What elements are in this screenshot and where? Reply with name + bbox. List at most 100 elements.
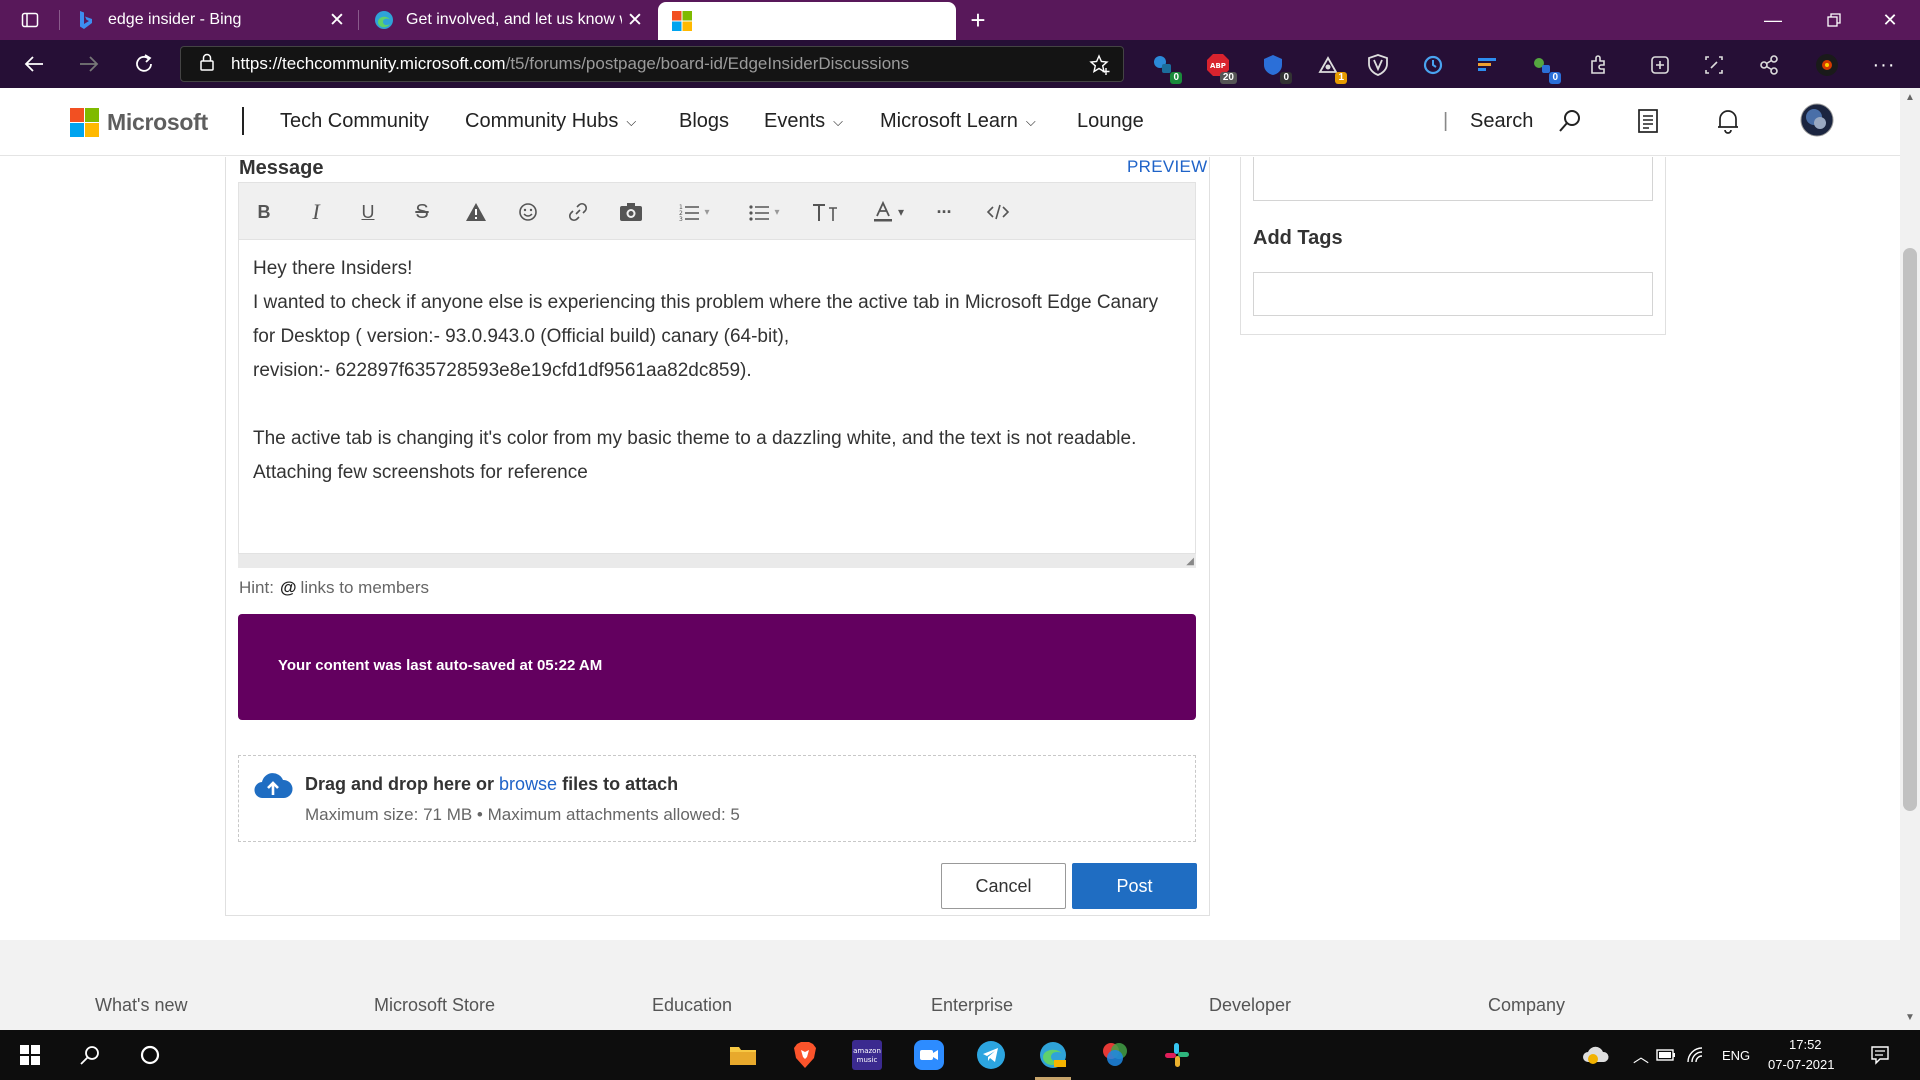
documents-icon[interactable]: [1633, 106, 1663, 136]
brave-browser-icon[interactable]: [789, 1039, 821, 1071]
cancel-button[interactable]: Cancel: [941, 863, 1066, 909]
browse-link[interactable]: browse: [499, 774, 557, 794]
search-button[interactable]: Search: [1470, 110, 1533, 133]
tab-title: edge insider - Bing: [108, 11, 242, 28]
insert-photo-icon[interactable]: [617, 195, 645, 229]
edge-icon: [374, 10, 394, 30]
close-tab-icon[interactable]: ✕: [324, 9, 350, 32]
footer-heading[interactable]: Enterprise: [931, 995, 1013, 1016]
battery-icon[interactable]: [1650, 1039, 1682, 1071]
nav-community-hubs[interactable]: Community Hubs ⌵: [465, 110, 636, 133]
refresh-icon[interactable]: [126, 46, 162, 82]
strikethrough-button[interactable]: S: [409, 195, 435, 229]
tab-separator: [59, 10, 60, 30]
forward-icon[interactable]: [71, 46, 107, 82]
nav-events[interactable]: Events ⌵: [764, 110, 843, 133]
tab-bing[interactable]: edge insider - Bing ✕: [62, 0, 358, 40]
minimize-icon[interactable]: —: [1745, 0, 1801, 40]
font-color-icon[interactable]: ▾: [863, 195, 913, 229]
tab-actions-icon[interactable]: [18, 8, 42, 32]
new-tab-icon[interactable]: +: [966, 5, 990, 35]
extension-4-icon[interactable]: 1: [1313, 50, 1347, 84]
footer-heading[interactable]: Developer: [1209, 995, 1291, 1016]
address-bar[interactable]: https://techcommunity.microsoft.com/t5/f…: [180, 46, 1124, 82]
amazon-music-icon[interactable]: amazon music: [851, 1039, 883, 1071]
search-icon[interactable]: [74, 1039, 106, 1071]
close-tab-icon[interactable]: ✕: [622, 9, 648, 32]
telegram-icon[interactable]: [975, 1039, 1007, 1071]
wifi-icon[interactable]: [1680, 1039, 1712, 1071]
attachment-dropzone[interactable]: Drag and drop here or browse files to at…: [238, 755, 1196, 842]
scroll-down-icon[interactable]: ▼: [1904, 1012, 1916, 1024]
emoji-icon[interactable]: [515, 195, 541, 229]
post-button[interactable]: Post: [1072, 863, 1197, 909]
spoiler-warning-icon[interactable]: [463, 195, 489, 229]
footer-heading[interactable]: What's new: [95, 995, 187, 1016]
action-center-icon[interactable]: [1864, 1039, 1896, 1071]
bulleted-list-icon[interactable]: ▾: [739, 195, 789, 229]
tab-get-involved[interactable]: Get involved, and let us know wh ✕: [360, 0, 656, 40]
footer-heading[interactable]: Microsoft Store: [374, 995, 495, 1016]
message-editor[interactable]: Hey there Insiders! I wanted to check if…: [238, 240, 1196, 554]
tab-strip: edge insider - Bing ✕ Get involved, and …: [0, 0, 1920, 40]
footer-heading[interactable]: Education: [652, 995, 732, 1016]
lock-icon[interactable]: [199, 53, 219, 76]
share-icon[interactable]: [1754, 50, 1784, 80]
extension-1-icon[interactable]: 0: [1148, 50, 1182, 84]
bold-button[interactable]: B: [251, 195, 277, 229]
clock-date[interactable]: 07-07-2021: [1768, 1057, 1835, 1072]
extension-8-icon[interactable]: 0: [1527, 50, 1561, 84]
web-capture-icon[interactable]: [1699, 50, 1729, 80]
nav-lounge[interactable]: Lounge: [1077, 110, 1144, 133]
sidebar-field-input[interactable]: [1253, 157, 1653, 201]
extensions-icon[interactable]: [1583, 50, 1613, 80]
settings-more-icon[interactable]: ···: [1869, 50, 1899, 80]
profile-avatar-icon[interactable]: [1812, 50, 1842, 80]
windows-start-icon[interactable]: [14, 1039, 46, 1071]
italic-button[interactable]: I: [303, 195, 329, 229]
insert-link-icon[interactable]: [565, 195, 591, 229]
tab-active[interactable]: [658, 2, 956, 40]
nav-blogs[interactable]: Blogs: [679, 110, 729, 133]
file-explorer-icon[interactable]: [727, 1039, 759, 1071]
microsoft-logo-icon: [70, 108, 99, 137]
scrollbar-thumb[interactable]: [1903, 248, 1917, 811]
close-window-icon[interactable]: ✕: [1862, 0, 1918, 40]
slack-icon[interactable]: [1161, 1039, 1193, 1071]
at-sign: @: [279, 578, 297, 597]
back-icon[interactable]: [16, 46, 52, 82]
extension-3-icon[interactable]: 0: [1258, 50, 1292, 84]
zoom-icon[interactable]: [913, 1039, 945, 1071]
more-options-icon[interactable]: ···: [929, 195, 959, 229]
tags-input[interactable]: [1253, 272, 1653, 316]
site-name-link[interactable]: Tech Community: [280, 110, 429, 133]
footer-heading[interactable]: Company: [1488, 995, 1565, 1016]
text-size-icon[interactable]: [805, 195, 845, 229]
shield-icon[interactable]: [1363, 50, 1393, 80]
microsoft-logo[interactable]: Microsoft: [70, 108, 208, 137]
notifications-bell-icon[interactable]: [1713, 106, 1743, 136]
onedrive-cloud-icon[interactable]: [1580, 1039, 1612, 1071]
scroll-up-icon[interactable]: ▲: [1904, 92, 1916, 104]
clock-time[interactable]: 17:52: [1789, 1037, 1822, 1052]
search-icon[interactable]: [1555, 106, 1585, 136]
resize-grip-icon[interactable]: ◢: [1186, 556, 1194, 567]
color-picker-app-icon[interactable]: [1099, 1039, 1131, 1071]
extension-7-icon[interactable]: [1472, 50, 1502, 80]
preview-link[interactable]: PREVIEW: [1127, 157, 1208, 177]
adblock-icon[interactable]: ABP 20: [1203, 50, 1237, 84]
cloud-upload-icon: [253, 770, 293, 802]
nav-microsoft-learn[interactable]: Microsoft Learn ⌵: [880, 110, 1036, 133]
numbered-list-icon[interactable]: 1 2 3 ▾: [669, 195, 719, 229]
user-avatar[interactable]: [1800, 103, 1834, 137]
add-favorite-icon[interactable]: [1089, 54, 1111, 81]
source-code-icon[interactable]: [983, 195, 1013, 229]
underline-button[interactable]: U: [355, 195, 381, 229]
cortana-icon[interactable]: [134, 1039, 166, 1071]
clock-icon[interactable]: [1418, 50, 1448, 80]
edge-canary-icon[interactable]: [1037, 1039, 1069, 1071]
restore-icon[interactable]: [1806, 0, 1862, 40]
nav-label: Community Hubs: [465, 110, 619, 132]
collections-icon[interactable]: [1645, 50, 1675, 80]
language-indicator[interactable]: ENG: [1722, 1048, 1750, 1063]
